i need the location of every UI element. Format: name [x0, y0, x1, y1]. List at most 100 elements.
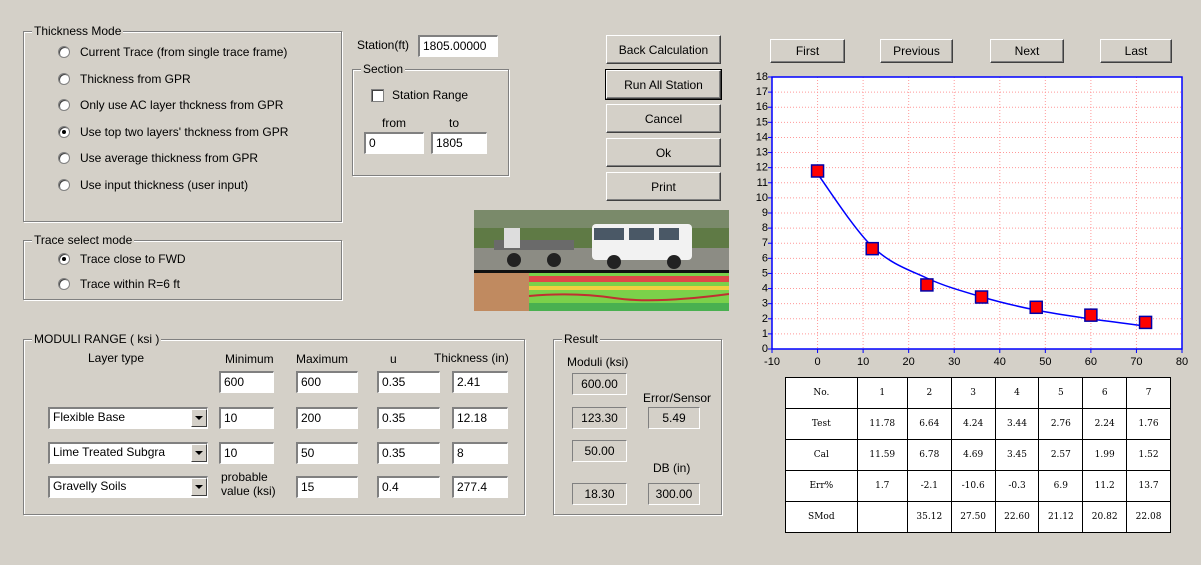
- thickness-mode-option-1[interactable]: Current Trace (from single trace frame): [58, 45, 287, 59]
- table-row: Cal 11.59 6.78 4.69 3.45 2.57 1.99 1.52: [785, 439, 1171, 471]
- moduli-ksi-label: Moduli (ksi): [567, 355, 629, 369]
- x-tick-label: 40: [994, 356, 1006, 368]
- back-calculation-button[interactable]: Back Calculation: [606, 35, 721, 64]
- table-cell: 20.82: [1082, 501, 1128, 533]
- layer-type-select-4[interactable]: Gravelly Soils: [48, 476, 208, 498]
- maximum-field-3[interactable]: 50: [296, 442, 358, 464]
- table-cell: 22.08: [1126, 501, 1171, 533]
- y-tick-label: 4: [762, 283, 768, 295]
- y-tick-label: 8: [762, 222, 768, 234]
- thickness-mode-option-label: Only use AC layer thckness from GPR: [80, 98, 284, 112]
- first-button[interactable]: First: [770, 39, 845, 63]
- y-tick-label: 5: [762, 267, 768, 279]
- to-field[interactable]: 1805: [431, 132, 487, 154]
- table-row: Test 11.78 6.64 4.24 3.44 2.76 2.24 1.76: [785, 408, 1171, 440]
- x-tick-label: 60: [1085, 356, 1097, 368]
- maximum-field-4[interactable]: 15: [296, 476, 358, 498]
- table-cell: SMod: [785, 501, 858, 533]
- moduli-range-title: MODULI RANGE ( ksi ): [32, 332, 162, 346]
- y-tick-label: 14: [756, 131, 768, 143]
- result-title: Result: [562, 332, 601, 346]
- radio-button[interactable]: [58, 178, 70, 191]
- table-cell: 22.60: [994, 501, 1040, 533]
- radio-button[interactable]: [58, 125, 70, 138]
- station-range-checkbox[interactable]: Station Range: [371, 88, 468, 102]
- deflection-chart: 0123456789101112131415161718-10 0 10 20 30 40…: [756, 72, 1188, 368]
- y-tick-label: 2: [762, 313, 768, 325]
- x-tick-label: 50: [1039, 356, 1051, 368]
- table-header-cell: 3: [950, 377, 996, 409]
- y-tick-label: 0: [762, 343, 768, 355]
- thickness-mode-option-3[interactable]: Only use AC layer thckness from GPR: [58, 98, 283, 112]
- table-cell: 6.9: [1038, 470, 1084, 502]
- y-tick-label: 10: [756, 192, 768, 204]
- u-field-3[interactable]: 0.35: [377, 442, 440, 464]
- minimum-field-3[interactable]: 10: [219, 442, 274, 464]
- layer-type-value: Gravelly Soils: [53, 479, 127, 493]
- y-tick-label: 12: [756, 162, 768, 174]
- x-tick-label: -10: [764, 356, 780, 368]
- radio-button[interactable]: [58, 278, 70, 290]
- x-tick-label: 30: [948, 356, 960, 368]
- run-all-station-button[interactable]: Run All Station: [605, 69, 722, 100]
- station-label: Station(ft): [357, 38, 410, 52]
- thickness-field-3[interactable]: 8: [452, 442, 508, 464]
- table-row: SMod 35.12 27.50 22.60 21.12 20.82 22.08: [785, 501, 1171, 533]
- table-cell: 27.50: [950, 501, 996, 533]
- last-button[interactable]: Last: [1100, 39, 1172, 63]
- thickness-field-2[interactable]: 12.18: [452, 407, 508, 429]
- layer-type-value: Lime Treated Subgra: [53, 445, 166, 459]
- x-tick-label: 70: [1130, 356, 1142, 368]
- dropdown-arrow-icon[interactable]: [191, 444, 207, 462]
- radio-button[interactable]: [58, 152, 70, 164]
- u-field-1[interactable]: 0.35: [377, 371, 440, 393]
- x-tick-label: 10: [857, 356, 869, 368]
- minimum-field-2[interactable]: 10: [219, 407, 274, 429]
- thickness-mode-option-label: Use input thickness (user input): [80, 177, 249, 192]
- previous-button[interactable]: Previous: [880, 39, 953, 63]
- maximum-field-2[interactable]: 200: [296, 407, 358, 429]
- dropdown-arrow-icon[interactable]: [191, 478, 207, 496]
- thickness-field-1[interactable]: 2.41: [452, 371, 508, 393]
- station-field[interactable]: 1805.00000: [418, 35, 498, 57]
- layer-type-select-2[interactable]: Flexible Base: [48, 407, 208, 429]
- y-tick-label: 15: [756, 116, 768, 128]
- radio-button[interactable]: [58, 46, 70, 58]
- u-field-2[interactable]: 0.35: [377, 407, 440, 429]
- cancel-button[interactable]: Cancel: [606, 104, 721, 133]
- result-moduli-2: 123.30: [572, 407, 627, 429]
- radio-button[interactable]: [58, 253, 70, 265]
- maximum-header: Maximum: [296, 352, 349, 366]
- table-cell: Test: [785, 408, 858, 440]
- trace-select-option-1[interactable]: Trace close to FWD: [58, 252, 186, 266]
- table-cell: 1.99: [1082, 439, 1128, 471]
- thickness-mode-option-5[interactable]: Use average thickness from GPR: [58, 151, 258, 165]
- y-tick-label: 9: [762, 207, 768, 219]
- print-button[interactable]: Print: [606, 172, 721, 201]
- minimum-field-1[interactable]: 600: [219, 371, 274, 393]
- results-table: No. 1 2 3 4 5 6 7 Test 11.78 6.64 4.24 3.44 2.76 2.24 1…: [785, 377, 1171, 533]
- radio-button[interactable]: [58, 72, 70, 85]
- radio-button[interactable]: [58, 99, 70, 111]
- next-button[interactable]: Next: [990, 39, 1064, 63]
- layer-type-select-3[interactable]: Lime Treated Subgra: [48, 442, 208, 464]
- checkbox-box[interactable]: [371, 88, 384, 102]
- maximum-field-1[interactable]: 600: [296, 371, 358, 393]
- u-field-4[interactable]: 0.4: [377, 476, 440, 498]
- trace-select-option-label: Trace close to FWD: [80, 252, 186, 266]
- dropdown-arrow-icon[interactable]: [191, 409, 207, 427]
- trace-select-title: Trace select mode: [32, 233, 135, 247]
- table-cell: -0.3: [994, 470, 1040, 502]
- thickness-mode-option-2[interactable]: Thickness from GPR: [58, 72, 191, 86]
- thickness-field-4[interactable]: 277.4: [452, 476, 508, 498]
- trace-select-option-2[interactable]: Trace within R=6 ft: [58, 277, 180, 291]
- table-row: Err% 1.7 -2.1 -10.6 -0.3 6.9 11.2 13.7: [785, 470, 1171, 502]
- trace-select-option-label: Trace within R=6 ft: [80, 277, 180, 291]
- thickness-mode-option-4[interactable]: Use top two layers' thckness from GPR: [58, 125, 288, 139]
- thickness-mode-option-6[interactable]: Use input thickness (user input): [58, 178, 248, 192]
- table-cell: 6.78: [906, 439, 952, 471]
- table-cell: 2.57: [1038, 439, 1084, 471]
- table-cell: 21.12: [1038, 501, 1084, 533]
- ok-button[interactable]: Ok: [606, 138, 721, 167]
- from-field[interactable]: 0: [364, 132, 424, 154]
